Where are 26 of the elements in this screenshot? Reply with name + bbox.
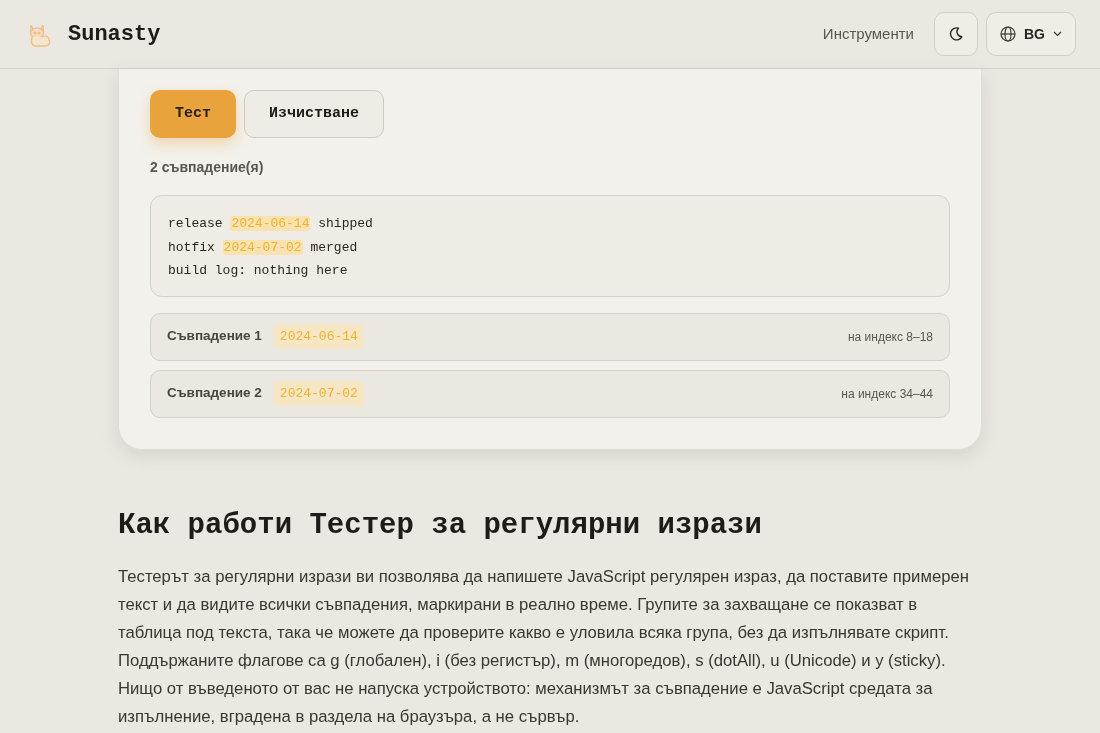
chevron-down-icon [1053, 31, 1062, 37]
clear-button[interactable]: Изчистване [244, 90, 385, 138]
moon-icon [949, 27, 963, 41]
match-highlight: 2024-06-14 [230, 216, 311, 231]
match-label: Съвпадение 1 [167, 327, 262, 346]
test-button[interactable]: Тест [150, 90, 236, 138]
tools-nav-link[interactable]: Инструменти [822, 22, 914, 46]
match-count-text: 2 съвпадение(я) [150, 158, 265, 177]
language-select[interactable]: BG [986, 12, 1076, 56]
match-index: на индекс 8–18 [847, 328, 933, 346]
match-value: 2024-06-14 [273, 324, 364, 349]
match-value: 2024-07-02 [273, 381, 364, 406]
logo-text: Sunasty [68, 20, 161, 49]
section-heading: Как работи Тестер за регулярни изрази [118, 507, 763, 544]
match-highlight: 2024-07-02 [222, 239, 303, 255]
code-text: hotfix [168, 239, 216, 255]
code-text: shipped [317, 216, 373, 231]
test-text-field[interactable]: release 2024-06-14 shipped hotfix 2024-07-02 merged build log: nothing here [150, 195, 950, 297]
match-label: Съвпадение 2 [167, 384, 262, 403]
theme-toggle-button[interactable] [934, 12, 978, 56]
globe-icon [1000, 26, 1016, 42]
code-text: build log: nothing here [168, 263, 348, 278]
code-text: merged [309, 239, 358, 255]
match-index: на индекс 34–44 [841, 385, 933, 403]
code-text: release [168, 216, 224, 231]
section-paragraph: Тестерът за регулярни изрази ви позволява да напишете JavaScript регулярен израз, да поставите примерен текст и да видите всички съвпадения, маркирани в реално време. Групите за захващане се показват в таблица под текста, така че можете да проверите какво е уловила всяка група, без да изпълнявате скрипт. Поддържаните флагове са g (глобален), i (без регистър), m (многоредов), s (dotAll), u (Unicode) и y (sticky). Нищо от въведеното от вас не напуска устройството: механизмът за съвпадение е JavaScript средата за изпълнение, вградена в раздела на браузъра, а не сървър. [118, 565, 970, 728]
